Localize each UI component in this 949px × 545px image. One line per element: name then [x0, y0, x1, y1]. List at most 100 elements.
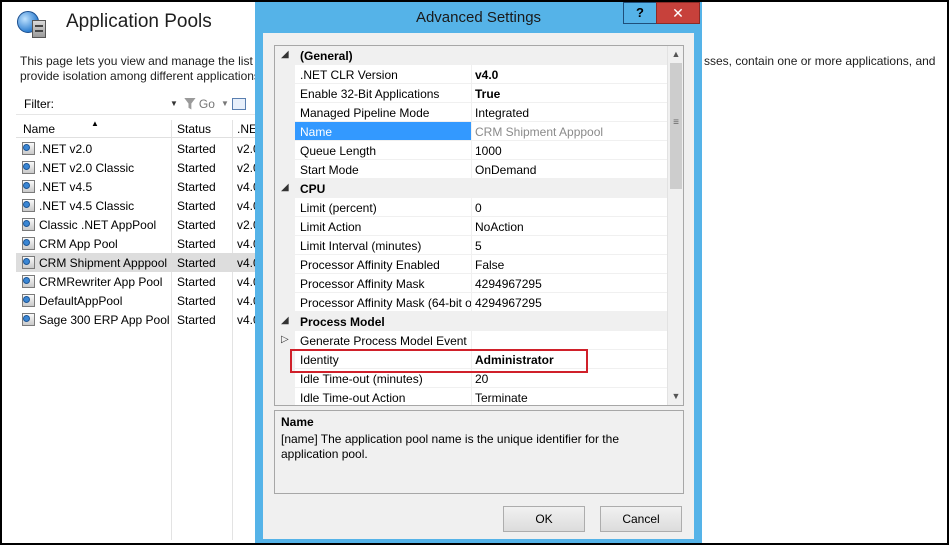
column-status[interactable]: Status	[177, 122, 211, 136]
pool-row[interactable]: .NET v2.0 Started v2.0	[16, 139, 260, 158]
row-gutter	[275, 65, 295, 84]
pool-row[interactable]: .NET v4.5 Classic Started v4.0	[16, 196, 260, 215]
identity-highlight-box	[290, 349, 588, 373]
row-gutter	[275, 160, 295, 179]
property-value[interactable]: v4.0	[471, 65, 667, 84]
category-label: (General)	[300, 49, 353, 63]
property-value[interactable]: 1000	[471, 141, 667, 160]
scroll-grip-icon: ≡	[673, 117, 679, 128]
go-button[interactable]: Go	[199, 97, 215, 111]
property-value[interactable]: Integrated	[471, 103, 667, 122]
property-row[interactable]: Processor Affinity Enabled False	[275, 255, 667, 274]
pool-row[interactable]: CRMRewriter App Pool Started v4.0	[16, 272, 260, 291]
property-value[interactable]: True	[471, 84, 667, 103]
pool-status: Started	[177, 237, 216, 251]
pool-status: Started	[177, 256, 216, 270]
row-gutter	[275, 141, 295, 160]
app-pool-list: .NET v2.0 Started v2.0 .NET v2.0 Classic Sta…	[16, 139, 260, 329]
app-pool-icon	[22, 161, 35, 174]
pool-status: Started	[177, 294, 216, 308]
property-value[interactable]: NoAction	[471, 217, 667, 236]
expand-icon[interactable]: ▷	[281, 334, 289, 345]
collapse-icon[interactable]: ◢	[281, 315, 289, 326]
property-value[interactable]: False	[471, 255, 667, 274]
show-all-icon[interactable]	[231, 97, 246, 110]
pool-status: Started	[177, 161, 216, 175]
pool-row[interactable]: .NET v2.0 Classic Started v2.0	[16, 158, 260, 177]
pool-name: Sage 300 ERP App Pool	[39, 313, 170, 327]
property-value[interactable]: 4294967295	[471, 274, 667, 293]
app-pool-icon	[22, 218, 35, 231]
close-button[interactable]: ✕	[656, 2, 700, 24]
pool-name: CRM Shipment Apppool	[39, 256, 168, 270]
collapse-icon[interactable]: ◢	[281, 182, 289, 193]
pool-name: .NET v2.0	[39, 142, 93, 156]
description-right: sses, contain one or more applications, …	[704, 54, 936, 68]
category-label: CPU	[300, 182, 326, 196]
row-gutter	[275, 84, 295, 103]
pool-name: Classic .NET AppPool	[39, 218, 157, 232]
app-pool-icon	[22, 199, 35, 212]
property-row[interactable]: Start Mode OnDemand	[275, 160, 667, 179]
collapse-icon[interactable]: ◢	[281, 49, 289, 60]
property-row[interactable]: Name CRM Shipment Apppool	[275, 122, 667, 141]
property-value[interactable]: OnDemand	[471, 160, 667, 179]
property-value[interactable]	[471, 331, 667, 350]
property-row[interactable]: Enable 32-Bit Applications True	[275, 84, 667, 103]
row-gutter	[275, 293, 295, 312]
scroll-thumb[interactable]: ≡	[670, 63, 682, 189]
category-row[interactable]: ◢ (General)	[275, 46, 667, 65]
scroll-down-icon[interactable]: ▼	[668, 388, 683, 405]
property-row[interactable]: Processor Affinity Mask (64-bit o 4294967…	[275, 293, 667, 312]
property-row[interactable]: .NET CLR Version v4.0	[275, 65, 667, 84]
property-name: Limit (percent)	[295, 198, 471, 217]
property-value[interactable]: CRM Shipment Apppool	[471, 122, 667, 141]
property-row[interactable]: Processor Affinity Mask 4294967295	[275, 274, 667, 293]
property-value[interactable]: Terminate	[471, 388, 667, 405]
property-row[interactable]: ▷ Generate Process Model Event L	[275, 331, 667, 350]
pool-row[interactable]: Classic .NET AppPool Started v2.0	[16, 215, 260, 234]
property-row[interactable]: Idle Time-out Action Terminate	[275, 388, 667, 405]
funnel-icon	[183, 97, 196, 110]
page-title: Application Pools	[66, 11, 212, 32]
sort-ascending-icon: ▲	[91, 119, 99, 128]
pool-row[interactable]: Sage 300 ERP App Pool Started v4.0	[16, 310, 260, 329]
pool-row[interactable]: .NET v4.5 Started v4.0	[16, 177, 260, 196]
pool-status: Started	[177, 142, 216, 156]
property-row[interactable]: Limit (percent) 0	[275, 198, 667, 217]
go-dropdown-icon[interactable]: ▼	[221, 99, 229, 108]
description-text: [name] The application pool name is the …	[281, 432, 619, 461]
property-row[interactable]: Managed Pipeline Mode Integrated	[275, 103, 667, 122]
pool-row[interactable]: DefaultAppPool Started v4.0	[16, 291, 260, 310]
property-value[interactable]: 5	[471, 236, 667, 255]
cancel-button[interactable]: Cancel	[600, 506, 682, 532]
property-row[interactable]: Queue Length 1000	[275, 141, 667, 160]
filter-dropdown-icon[interactable]: ▼	[170, 99, 178, 108]
help-button[interactable]: ?	[623, 2, 657, 24]
row-gutter	[275, 236, 295, 255]
pool-row[interactable]: CRM App Pool Started v4.0	[16, 234, 260, 253]
ok-button[interactable]: OK	[503, 506, 585, 532]
app-pool-icon	[22, 142, 35, 155]
screenshot-frame: Application Pools This page lets you vie…	[0, 0, 949, 545]
property-name: Enable 32-Bit Applications	[295, 84, 471, 103]
column-version[interactable]: .NE	[237, 122, 257, 136]
property-row[interactable]: Limit Interval (minutes) 5	[275, 236, 667, 255]
category-row[interactable]: ◢ Process Model	[275, 312, 667, 331]
category-row[interactable]: ◢ CPU	[275, 179, 667, 198]
app-pools-globe-icon	[16, 8, 48, 40]
column-name[interactable]: Name	[23, 122, 55, 136]
advanced-settings-dialog: Advanced Settings ? ✕ ◢ (General) .NET CLR…	[255, 2, 702, 543]
property-value[interactable]: 4294967295	[471, 293, 667, 312]
row-gutter	[275, 274, 295, 293]
scroll-up-icon[interactable]: ▲	[668, 46, 683, 63]
pool-row[interactable]: CRM Shipment Apppool Started v4.0	[16, 253, 260, 272]
property-grid-scrollbar[interactable]: ▲ ≡ ▼	[667, 46, 683, 405]
property-row[interactable]: Limit Action NoAction	[275, 217, 667, 236]
category-label: Process Model	[300, 315, 385, 329]
property-name: Managed Pipeline Mode	[295, 103, 471, 122]
filter-label: Filter:	[24, 96, 54, 111]
row-gutter	[275, 217, 295, 236]
property-name: .NET CLR Version	[295, 65, 471, 84]
property-value[interactable]: 0	[471, 198, 667, 217]
